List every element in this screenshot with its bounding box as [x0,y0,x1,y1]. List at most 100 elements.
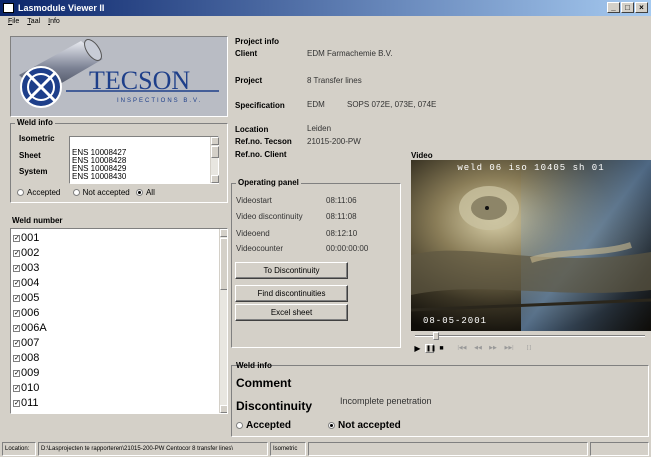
video-title: Video [411,151,433,160]
check-icon[interactable]: ✓ [13,384,20,392]
skip-start-icon[interactable]: |◀◀ [455,344,469,353]
ref-tecson-label: Ref.no. Tecson [235,137,292,146]
title-bar: Lasmodule Viewer II _ □ × [0,0,651,16]
video-position-slider[interactable] [411,332,651,340]
project-label: Project [235,76,263,85]
location-value: Leiden [307,124,332,133]
check-icon[interactable]: ✓ [13,339,20,347]
check-icon[interactable]: ✓ [13,279,20,287]
weld-item[interactable]: ✓009 [11,366,227,381]
weld-item[interactable]: ✓003 [11,261,227,276]
menu-file[interactable]: File [8,16,19,28]
logo-graphic: TECSON INSPECTIONS B.V. [19,39,219,108]
radio-icon [72,189,80,197]
specification-value-a: EDM [307,100,325,109]
fast-forward-icon[interactable]: ▶▶ [487,344,499,353]
scroll-thumb[interactable] [220,238,227,290]
videostart-label: Videostart [236,196,272,205]
status-panel-right [590,442,649,456]
check-icon[interactable]: ✓ [13,234,20,242]
minimize-button[interactable]: _ [607,2,620,13]
check-icon[interactable]: ✓ [13,249,20,257]
scroll-down-icon[interactable] [220,405,227,413]
weld-info-bottom-group: Weld info Comment Discontinuity Incomple… [231,361,649,437]
client-value: EDM Farmachemie B.V. [307,49,393,58]
weld-item[interactable]: ✓005 [11,291,227,306]
menu-bar: File Taal Info [0,16,230,28]
specification-label: Specification [235,101,285,110]
radio-icon [17,189,24,197]
video-overlay-date: 08-05-2001 [423,316,488,326]
check-icon[interactable]: ✓ [13,399,20,407]
videostart-value: 08:11:06 [326,196,357,205]
close-button[interactable]: × [635,2,648,13]
isometric-label: Isometric [19,134,55,143]
radio-selected-icon [135,189,143,197]
check-icon[interactable]: ✓ [13,324,20,332]
not-accepted-radio[interactable]: Not accepted [328,420,401,431]
weld-item[interactable]: ✓007 [11,336,227,351]
maximize-button[interactable]: □ [621,2,634,13]
play-icon[interactable]: ▶ [413,344,422,353]
scroll-down-icon[interactable] [211,175,219,183]
discontinuity-label: Discontinuity [236,399,313,413]
ref-client-label: Ref.no. Client [235,150,287,159]
weld-item[interactable]: ✓002 [11,246,227,261]
pause-icon[interactable]: ❚❚ [425,343,436,353]
rewind-icon[interactable]: ◀◀ [472,344,484,353]
menu-info[interactable]: Info [48,16,60,28]
window-title: Lasmodule Viewer II [18,3,105,13]
videoend-value: 08:12:10 [326,229,358,238]
comment-label: Comment [236,376,292,390]
discontinuity-value: Incomplete penetration [340,396,432,406]
weld-info-left-group: Weld info Isometric Sheet System ENS 100… [10,118,228,203]
weld-item[interactable]: ✓006A [11,321,227,336]
find-discontinuities-button[interactable]: Find discontinuities [235,285,348,302]
isometric-scrollbar[interactable] [210,137,219,183]
logo-tagline: INSPECTIONS B.V. [117,98,202,104]
app-icon [3,3,14,13]
skip-end-icon[interactable]: ▶▶| [502,344,516,353]
stop-icon[interactable]: ■ [437,344,446,353]
slider-track [415,335,645,337]
check-icon[interactable]: ✓ [13,264,20,272]
slider-thumb[interactable] [433,332,439,340]
videocounter-value: 00:00:00:00 [326,244,369,253]
filter-all-radio[interactable]: All [135,188,155,197]
excel-sheet-button[interactable]: Excel sheet [235,304,348,321]
logo-name: TECSON [89,66,190,95]
project-info-title: Project info [235,37,280,46]
weld-item[interactable]: ✓006 [11,306,227,321]
isometric-item[interactable]: ENS 10008430 [72,173,218,181]
weld-item[interactable]: ✓004 [11,276,227,291]
weld-item[interactable]: ✓001 [11,231,227,246]
sheet-label: Sheet [19,151,41,160]
project-info-group: Project info Client EDM Farmachemie B.V.… [231,35,649,165]
check-icon[interactable]: ✓ [13,369,20,377]
weld-number-list[interactable]: ✓001 ✓002 ✓003 ✓004 ✓005 ✓006 ✓006A ✓007… [10,228,228,414]
isometric-list[interactable]: ENS 10008427 ENS 10008428 ENS 10008429 E… [69,136,219,184]
weld-item[interactable]: ✓011 [11,396,227,411]
snapshot-icon[interactable]: [ ] [523,344,535,353]
location-label: Location [235,125,269,134]
check-icon[interactable]: ✓ [13,294,20,302]
scroll-thumb[interactable] [211,146,219,158]
weld-item[interactable]: ✓008 [11,351,227,366]
check-icon[interactable]: ✓ [13,354,20,362]
filter-not-accepted-radio[interactable]: Not accepted [72,188,130,197]
check-icon[interactable]: ✓ [13,309,20,317]
to-discontinuity-button[interactable]: To Discontinuity [235,262,348,279]
video-frame[interactable]: weld 06 iso 10405 sh 01 08-05-2001 [411,160,651,331]
radio-selected-icon [328,421,335,429]
scroll-up-icon[interactable] [220,229,227,237]
menu-taal[interactable]: Taal [27,16,40,28]
tecson-logo: TECSON INSPECTIONS B.V. [10,36,228,117]
filter-accepted-radio[interactable]: Accepted [17,188,60,197]
weld-info-left-title: Weld info [15,118,55,128]
scroll-up-icon[interactable] [211,137,219,145]
video-discontinuity-label: Video discontinuity [236,212,303,221]
weld-video-image [411,160,651,331]
weld-item[interactable]: ✓010 [11,381,227,396]
weld-number-scrollbar[interactable] [219,229,227,413]
accepted-radio[interactable]: Accepted [236,420,291,431]
